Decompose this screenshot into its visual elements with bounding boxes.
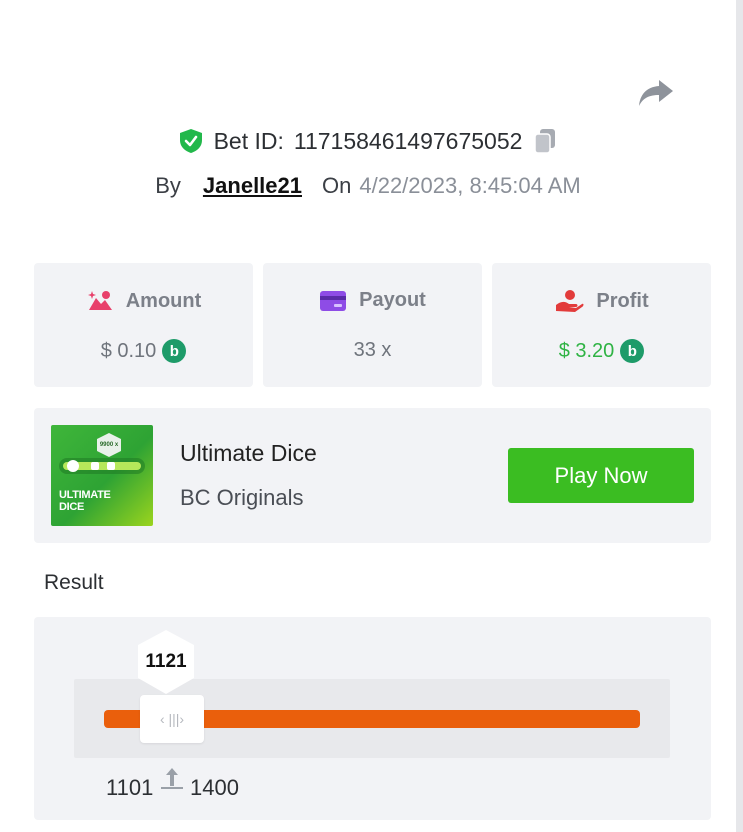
amount-icon — [87, 291, 112, 310]
amount-value-row: $ 0.10 b — [34, 339, 253, 363]
currency-coin-icon: b — [620, 339, 645, 363]
payout-card-icon — [320, 290, 347, 311]
profit-header: Profit — [492, 289, 711, 313]
copy-icon[interactable] — [532, 127, 558, 155]
currency-coin-icon: b — [162, 339, 187, 363]
payout-value-row: 33 x — [263, 339, 482, 362]
profit-label: Profit — [596, 289, 649, 312]
bet-datetime: 4/22/2023, 8:45:04 AM — [359, 173, 581, 198]
scrollbar-track[interactable] — [736, 0, 743, 832]
share-icon[interactable] — [637, 76, 675, 108]
game-card: 9900 x ULTIMATE DICE Ultimate Dice BC Or… — [34, 408, 711, 543]
profit-card: Profit $ 3.20 b — [492, 263, 711, 387]
bet-meta-row: By Janelle21 On 4/22/2023, 8:45:04 AM — [0, 170, 736, 202]
swap-range-icon[interactable] — [161, 765, 183, 793]
payout-label: Payout — [359, 289, 426, 311]
result-heading: Result — [44, 571, 104, 594]
verified-shield-icon — [179, 129, 202, 153]
game-provider: BC Originals — [180, 485, 304, 510]
bet-id-value: 117158461497675052 — [293, 127, 523, 154]
bet-id-row: Bet ID: 117158461497675052 — [0, 124, 736, 158]
username-link[interactable]: Janelle21 — [203, 173, 302, 199]
result-panel: ‹ |||› 1121 1101 1400 — [34, 617, 711, 820]
bet-id-label: Bet ID: — [213, 127, 284, 154]
game-thumbnail[interactable]: 9900 x ULTIMATE DICE — [51, 425, 153, 526]
by-label: By — [155, 173, 181, 198]
slider-handle[interactable]: ‹ |||› — [140, 695, 204, 743]
amount-card: Amount $ 0.10 b — [34, 263, 253, 387]
profit-value: $ 3.20 — [558, 339, 615, 362]
range-low: 1101 — [106, 775, 154, 800]
amount-label: Amount — [125, 289, 202, 312]
profit-value-row: $ 3.20 b — [492, 339, 711, 363]
thumb-title: ULTIMATE DICE — [59, 489, 111, 513]
payout-header: Payout — [263, 289, 482, 312]
slider-arrows-icon: ‹ |||› — [159, 711, 185, 727]
profit-hand-icon — [556, 290, 584, 312]
result-value: 1121 — [145, 651, 187, 672]
thumb-title-line2: DICE — [59, 501, 85, 513]
range-high: 1400 — [190, 775, 239, 800]
bet-details-panel: Bet ID: 117158461497675052 By Janelle21 … — [0, 0, 736, 832]
game-title: Ultimate Dice — [180, 440, 317, 466]
thumb-title-line1: ULTIMATE — [59, 489, 111, 501]
payout-card: Payout 33 x — [263, 263, 482, 387]
payout-value: 33 x — [353, 339, 392, 361]
amount-header: Amount — [34, 289, 253, 313]
play-now-button[interactable]: Play Now — [508, 448, 694, 503]
on-label: On — [322, 173, 352, 198]
thumb-badge: 9900 x — [99, 442, 119, 448]
amount-value: $ 0.10 — [100, 339, 157, 362]
